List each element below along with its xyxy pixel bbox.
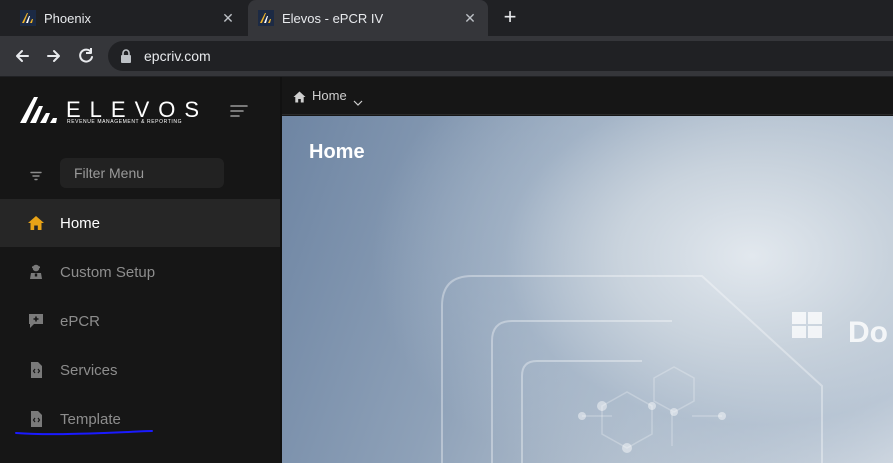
- browser-toolbar: epcriv.com: [0, 36, 893, 76]
- custom-setup-icon: [27, 263, 45, 281]
- sidebar-item-services[interactable]: Services: [0, 346, 280, 394]
- background-text: Do: [848, 316, 888, 349]
- brand-tagline: REVENUE MANAGEMENT & REPORTING: [67, 119, 183, 125]
- breadcrumb-home[interactable]: Home: [312, 88, 347, 103]
- sidebar-item-label: Services: [60, 361, 118, 379]
- chevron-down-icon[interactable]: [353, 93, 363, 106]
- tab-title: Phoenix: [44, 10, 91, 26]
- forward-arrow-icon[interactable]: [44, 46, 64, 66]
- address-bar[interactable]: epcriv.com: [108, 41, 893, 71]
- elevos-favicon-icon: [20, 10, 36, 26]
- tab-elevos[interactable]: Elevos - ePCR IV ✕: [248, 0, 488, 36]
- browser-tab-strip: Phoenix ✕ Elevos - ePCR IV ✕ +: [0, 0, 893, 36]
- epcr-icon: [27, 312, 45, 330]
- home-icon[interactable]: [293, 90, 306, 102]
- sidebar-item-custom-setup[interactable]: Custom Setup: [0, 248, 280, 296]
- pen-underline-annotation: [15, 430, 153, 436]
- elevos-logo[interactable]: ELEVOS REVENUE MANAGEMENT & REPORTING: [20, 95, 199, 127]
- back-arrow-icon[interactable]: [12, 46, 32, 66]
- filter-menu-input[interactable]: [60, 158, 224, 188]
- elevos-favicon-icon: [258, 10, 274, 26]
- sidebar-item-label: ePCR: [60, 312, 101, 330]
- new-tab-icon[interactable]: +: [500, 6, 520, 28]
- page-title: Home: [309, 141, 365, 163]
- elevos-mark-icon: [20, 97, 57, 123]
- url-text: epcriv.com: [144, 48, 211, 64]
- menu-toggle-icon[interactable]: [230, 104, 248, 118]
- code-file-icon: [27, 361, 45, 379]
- filter-icon: [30, 168, 42, 181]
- tab-phoenix[interactable]: Phoenix ✕: [0, 0, 246, 36]
- tech-background-graphic: Do: [441, 275, 888, 463]
- lock-icon[interactable]: [120, 49, 132, 63]
- sidebar: ELEVOS REVENUE MANAGEMENT & REPORTING Ho…: [0, 77, 280, 463]
- breadcrumb: Home: [282, 77, 893, 115]
- home-hero-banner: Do Home: [282, 116, 893, 463]
- app-window: ELEVOS REVENUE MANAGEMENT & REPORTING Ho…: [0, 77, 893, 463]
- home-icon: [27, 214, 45, 232]
- sidebar-item-label: Template: [60, 410, 121, 428]
- close-tab-icon[interactable]: ✕: [220, 10, 236, 26]
- sidebar-item-label: Home: [60, 214, 101, 232]
- sidebar-item-home[interactable]: Home: [0, 199, 280, 247]
- sidebar-item-label: Custom Setup: [60, 263, 156, 281]
- code-file-icon: [27, 410, 45, 428]
- close-tab-icon[interactable]: ✕: [462, 10, 478, 26]
- tab-title: Elevos - ePCR IV: [282, 10, 384, 26]
- sidebar-item-epcr[interactable]: ePCR: [0, 297, 280, 345]
- reload-icon[interactable]: [76, 46, 96, 66]
